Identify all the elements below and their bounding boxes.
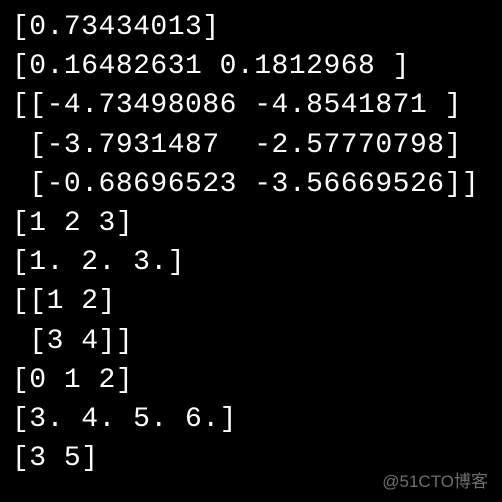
output-line: [3. 4. 5. 6.] <box>12 400 490 439</box>
watermark-text: @51CTO博客 <box>382 467 488 492</box>
terminal-output: [0.73434013] [0.16482631 0.1812968 ] [[-… <box>12 8 490 478</box>
output-line: [-3.7931487 -2.57770798] <box>12 126 490 165</box>
output-line: [[1 2] <box>12 282 490 321</box>
output-line: [0.16482631 0.1812968 ] <box>12 47 490 86</box>
output-line: [3 4]] <box>12 322 490 361</box>
output-line: [0 1 2] <box>12 361 490 400</box>
output-line: [-0.68696523 -3.56669526]] <box>12 165 490 204</box>
output-line: [1. 2. 3.] <box>12 243 490 282</box>
output-line: [1 2 3] <box>12 204 490 243</box>
output-line: [[-4.73498086 -4.8541871 ] <box>12 86 490 125</box>
output-line: [0.73434013] <box>12 8 490 47</box>
